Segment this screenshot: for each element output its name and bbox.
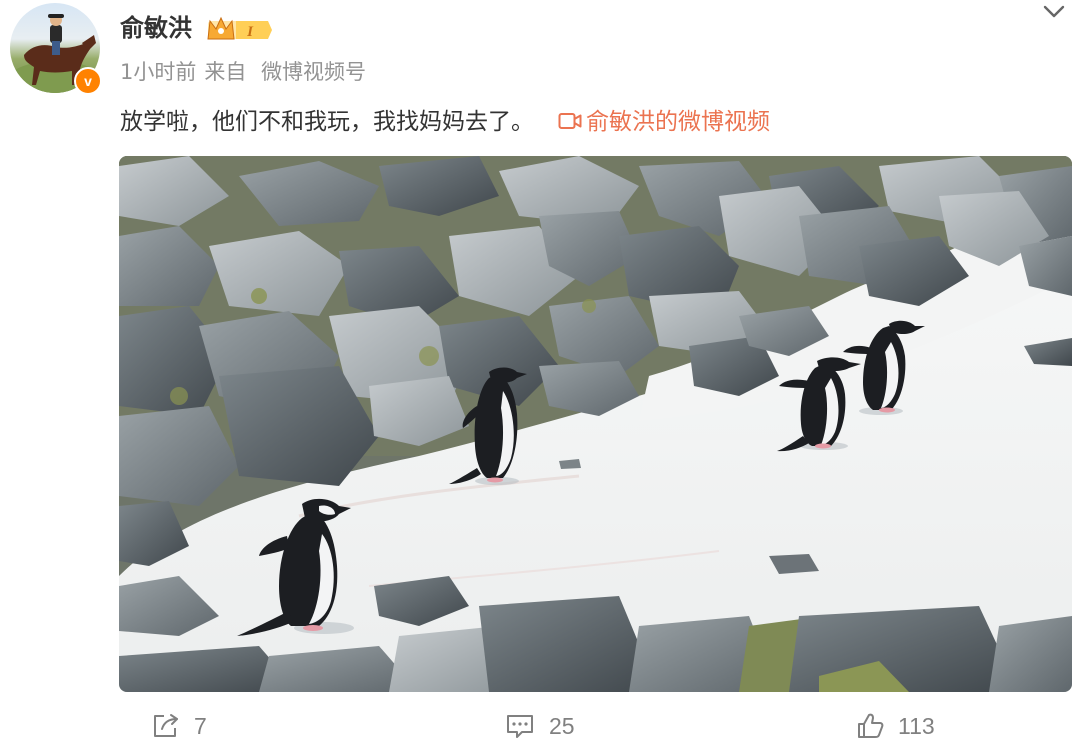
- like-button[interactable]: 113: [856, 708, 935, 744]
- post-body: 放学啦，他们不和我玩，我找妈妈去了。: [120, 109, 534, 135]
- post-text: 放学啦，他们不和我玩，我找妈妈去了。 俞敏洪的微博视频: [120, 104, 770, 140]
- author-avatar-wrap[interactable]: v: [10, 3, 102, 95]
- share-button[interactable]: 7: [152, 708, 207, 744]
- comment-button[interactable]: 25: [505, 708, 575, 744]
- chevron-down-icon[interactable]: [1040, 0, 1068, 24]
- comment-count: 25: [549, 712, 575, 739]
- penguin-snow-scene-icon: [119, 156, 1072, 692]
- post-meta: 1小时前 来自 微博视频号: [120, 57, 374, 87]
- crown-icon[interactable]: I: [206, 15, 274, 43]
- video-icon: [558, 113, 582, 129]
- share-count: 7: [194, 712, 207, 739]
- comment-icon: [507, 715, 533, 738]
- video-link[interactable]: 俞敏洪的微博视频: [558, 109, 770, 135]
- post-time[interactable]: 1小时前: [120, 60, 196, 84]
- author-name[interactable]: 俞敏洪: [120, 12, 192, 44]
- share-icon: [154, 714, 178, 737]
- post-source[interactable]: 微博视频号: [261, 60, 366, 84]
- source-prefix: 来自: [204, 60, 247, 84]
- video-thumbnail[interactable]: [119, 156, 1072, 692]
- like-count: 113: [898, 712, 935, 739]
- verified-v-icon: v: [74, 67, 102, 95]
- thumbs-up-icon: [858, 713, 884, 738]
- action-bar: 7 25 113: [0, 708, 1080, 747]
- video-link-label: 俞敏洪的微博视频: [586, 109, 770, 135]
- vip-level-label: I: [246, 24, 254, 40]
